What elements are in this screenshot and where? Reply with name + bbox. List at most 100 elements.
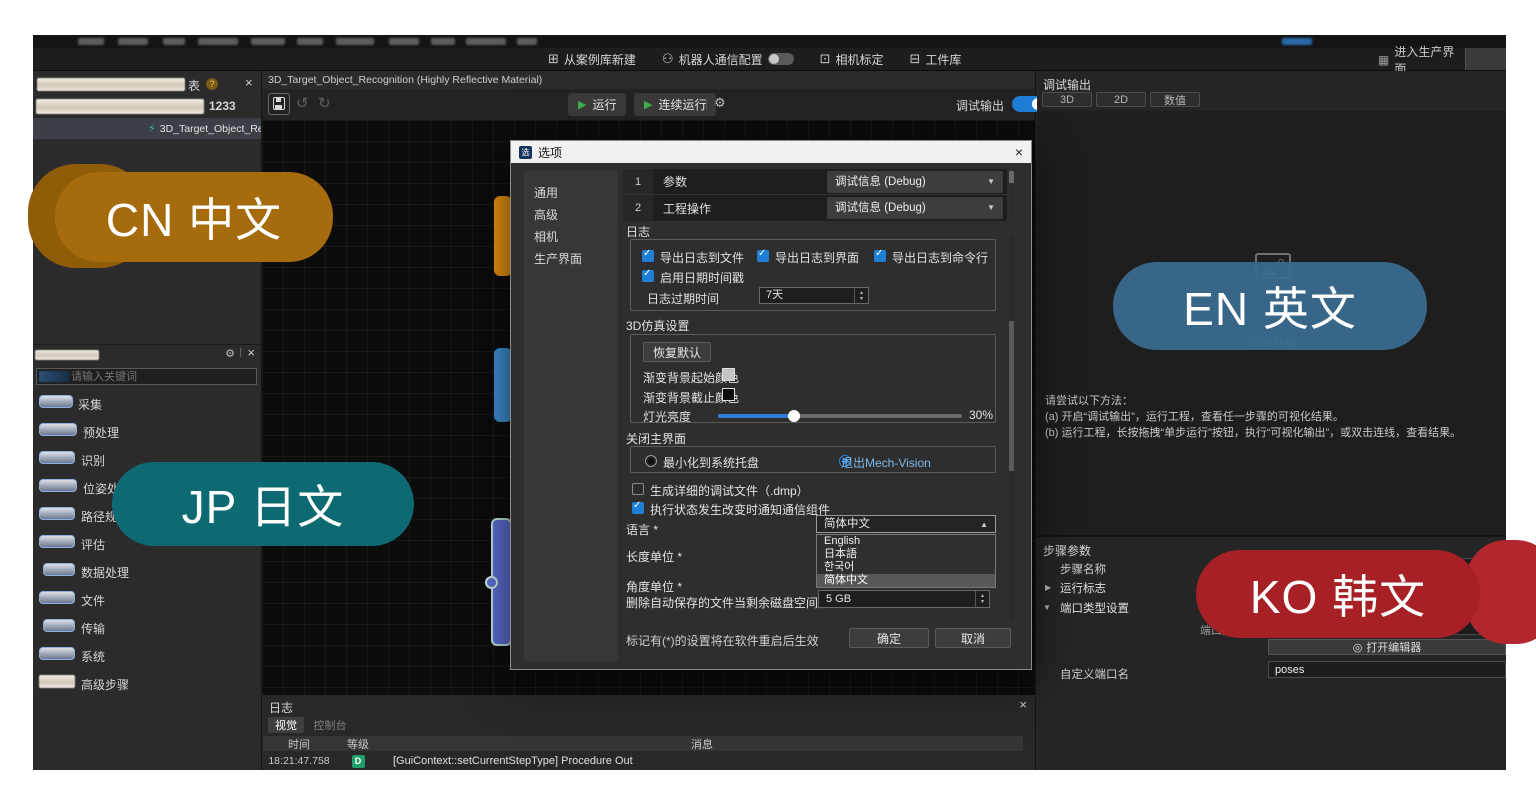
dialog-scrollbar[interactable] (1009, 236, 1014, 621)
enter-production-button[interactable]: ▦ 进入生产界面 (1378, 49, 1462, 70)
redacted-text (35, 350, 99, 360)
project-item-selected[interactable]: ⚡ 3D_Target_Object_Recognition (Highly .… (33, 118, 261, 139)
table-scrollbar[interactable] (1009, 171, 1014, 221)
undo-icon[interactable]: ↺ (296, 94, 309, 112)
log-groupbox: 导出日志到文件 导出日志到界面 导出日志到命令行 启用日期时间戳 日志过期时间 … (630, 239, 996, 311)
workpiece-library-label: 工件库 (925, 51, 961, 68)
spinner-arrows-icon[interactable]: ▴▾ (854, 288, 868, 303)
cb-notify[interactable] (632, 501, 644, 519)
spinner-arrows-icon[interactable]: ▴▾ (975, 591, 989, 607)
debug-tab-2d[interactable]: 2D (1096, 92, 1146, 107)
step-search-box[interactable] (36, 368, 257, 385)
radio-tray-label: 最小化到系统托盘 (663, 454, 759, 471)
radio-minimize-tray[interactable] (645, 455, 657, 467)
dialog-nav: 通用 高级 相机 生产界面 (524, 171, 618, 661)
checkbox-unchecked-icon (632, 483, 644, 495)
step-category-data-processing[interactable]: 数据处理 (33, 557, 261, 585)
chevron-up-icon: ▲ (980, 517, 988, 533)
hint-line-a: (a) 开启“调试输出”，运行工程，查看任一步骤的可视化结果。 (1045, 408, 1344, 424)
step-search-input[interactable] (71, 369, 251, 384)
node-port-dot[interactable] (485, 576, 498, 589)
log-level-select[interactable]: 调试信息 (Debug)▼ (827, 197, 1003, 219)
grad-start-swatch[interactable] (722, 368, 735, 381)
grad-end-swatch[interactable] (722, 388, 735, 401)
collapse-arrow-icon[interactable]: ▶ (1045, 583, 1051, 592)
cb-export-ui[interactable] (757, 249, 769, 267)
project-group-row[interactable]: 1233 (33, 97, 261, 117)
radio-exit-label: 退出Mech-Vision (841, 454, 931, 471)
step-category-acquisition[interactable]: 采集 (33, 389, 261, 417)
redacted-menu-item (78, 38, 104, 45)
log-level-select[interactable]: 调试信息 (Debug)▼ (827, 171, 1003, 193)
row-index: 1 (623, 169, 653, 194)
language-option-english[interactable]: English (817, 535, 995, 548)
step-library-close-icon[interactable]: × (247, 345, 255, 360)
project-tab[interactable]: 3D_Target_Object_Recognition (Highly Ref… (262, 71, 1035, 89)
redo-icon[interactable]: ↻ (318, 94, 331, 112)
log-expire-spinbox[interactable]: 7天 ▴▾ (759, 287, 869, 304)
step-category-preprocessing[interactable]: 预处理 (33, 417, 261, 445)
nav-production[interactable]: 生产界面 (534, 250, 582, 267)
redacted-icon (39, 647, 75, 660)
expand-arrow-icon[interactable]: ▼ (1043, 603, 1051, 612)
log-row[interactable]: 18:21:47.758 D [GuiContext::setCurrentSt… (263, 753, 1023, 769)
play-icon: ▶ (644, 98, 652, 111)
dialog-title-bar[interactable]: 选 选项 × (511, 141, 1031, 163)
open-editor-button[interactable]: ◎ 打开编辑器 (1268, 639, 1506, 655)
custom-port-input[interactable] (1268, 661, 1506, 678)
step-category-transfer[interactable]: 传输 (33, 613, 261, 641)
restore-default-button[interactable]: 恢复默认 (643, 342, 711, 362)
step-category-file[interactable]: 文件 (33, 585, 261, 613)
workpiece-library-button[interactable]: ⊟ 工件库 (910, 51, 962, 68)
step-category-system[interactable]: 系统 (33, 641, 261, 669)
badge-cn: CN 中文 (55, 172, 333, 262)
step-library-settings-icon[interactable]: ⚙ (225, 347, 235, 360)
expire-value: 7天 (760, 289, 783, 301)
badge-en-label: EN 英文 (1183, 273, 1357, 339)
log-level-row[interactable]: 2 工程操作 调试信息 (Debug)▼ (623, 195, 1007, 221)
redacted-icon (39, 675, 75, 688)
debug-tab-3d[interactable]: 3D (1042, 92, 1092, 107)
slider-knob[interactable] (788, 410, 800, 422)
save-button[interactable] (268, 93, 290, 115)
language-option-japanese[interactable]: 日本語 (817, 548, 995, 561)
brightness-slider[interactable] (718, 414, 962, 418)
checkbox-checked-icon (632, 502, 644, 514)
log-panel-close-icon[interactable]: × (1019, 697, 1027, 712)
nav-camera[interactable]: 相机 (534, 228, 558, 245)
disk-space-spinbox[interactable]: 5 GB ▴▾ (818, 590, 990, 608)
step-category-advanced[interactable]: 高级步骤 (33, 669, 261, 697)
nav-general[interactable]: 通用 (534, 184, 558, 201)
debug-tab-numeric[interactable]: 数值 (1150, 92, 1200, 107)
cb-timestamp[interactable] (642, 269, 654, 287)
dialog-close-icon[interactable]: × (1015, 144, 1023, 160)
run-settings-gear-icon[interactable]: ⚙ (714, 95, 726, 111)
log-tab-vision[interactable]: 视觉 (268, 717, 304, 733)
nav-advanced[interactable]: 高级 (534, 206, 558, 223)
dialog-app-icon: 选 (519, 146, 532, 159)
new-from-case-button[interactable]: ⊞ 从案例库新建 (548, 51, 636, 68)
project-panel-close-icon[interactable]: × (245, 75, 253, 90)
help-icon[interactable]: ? (206, 78, 218, 90)
log-col-message: 消息 (381, 736, 1023, 752)
cb-dump[interactable] (632, 482, 644, 500)
cancel-button[interactable]: 取消 (935, 628, 1011, 648)
menu-bar (33, 35, 1506, 48)
redacted-text (39, 371, 69, 382)
language-option-simplified-chinese[interactable]: 简体中文 (817, 574, 995, 587)
ok-button[interactable]: 确定 (849, 628, 929, 648)
checkbox-checked-icon (642, 250, 654, 262)
language-combobox[interactable]: 简体中文 ▲ (816, 515, 996, 533)
cb-export-cmd[interactable] (874, 249, 886, 267)
robot-comm-toggle[interactable] (768, 53, 794, 65)
language-option-korean[interactable]: 한국어 (817, 561, 995, 574)
dialog-title: 选项 (538, 144, 562, 161)
checkbox-checked-icon (874, 250, 886, 262)
robot-comm-button[interactable]: ⚇ 机器人通信配置 (662, 51, 794, 68)
log-tab-console[interactable]: 控制台 (308, 717, 352, 733)
options-dialog: 选 选项 × 通用 高级 相机 生产界面 1 参数 调试信息 (Debug)▼ … (510, 140, 1032, 670)
log-level-row[interactable]: 1 参数 调试信息 (Debug)▼ (623, 169, 1007, 195)
run-button[interactable]: ▶ 运行 (568, 93, 626, 116)
camera-calibration-button[interactable]: ⊡ 相机标定 (820, 51, 884, 68)
cb-export-file[interactable] (642, 249, 654, 267)
